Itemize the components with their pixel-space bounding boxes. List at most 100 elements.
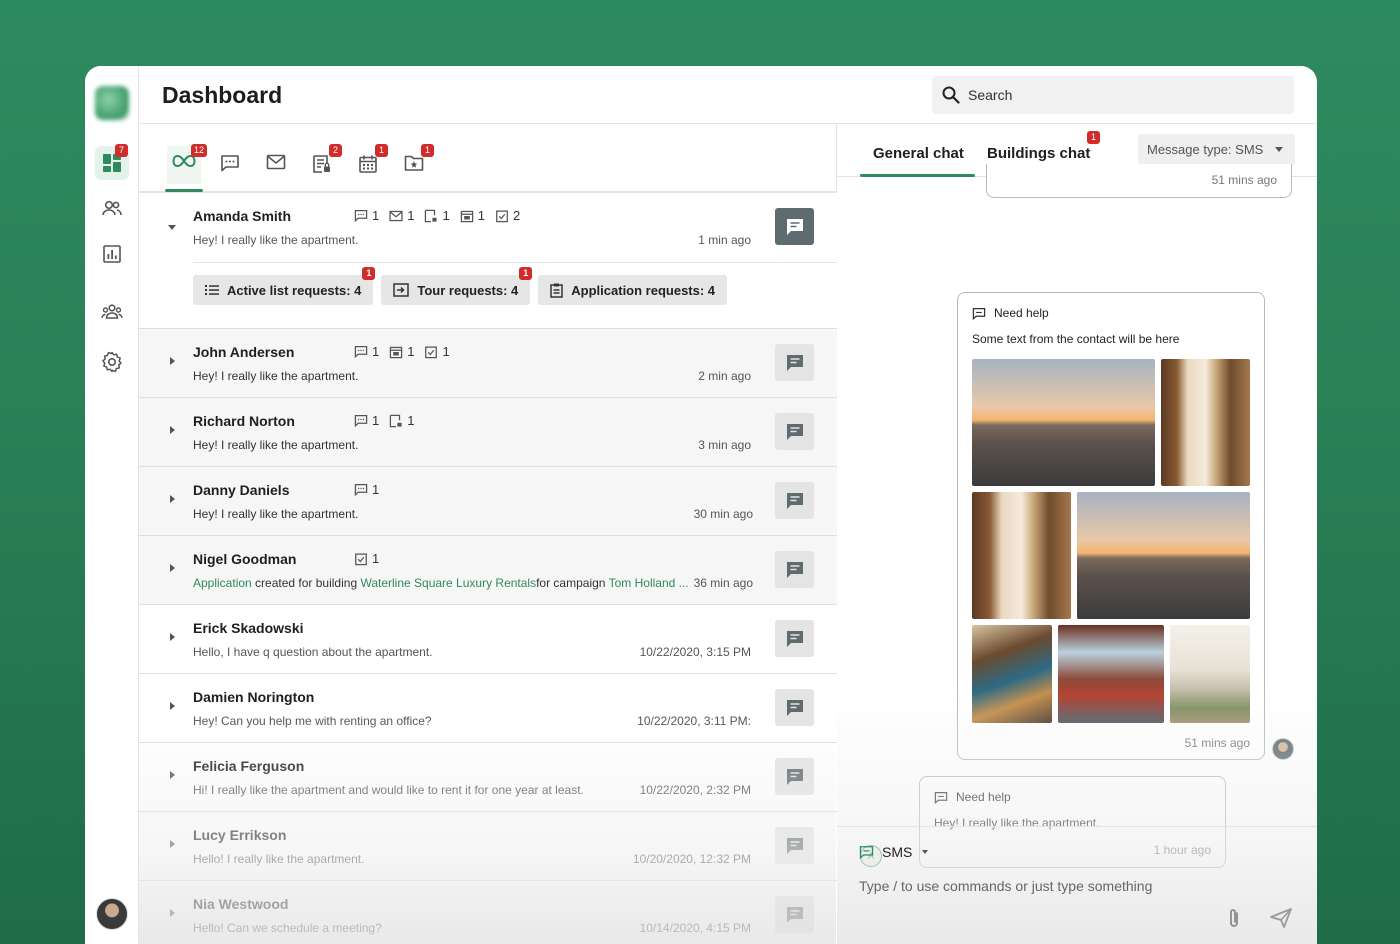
collapse-icon[interactable]	[168, 225, 176, 230]
message-time: 1 min ago	[698, 233, 751, 247]
open-chat-button[interactable]	[775, 413, 814, 450]
message-preview: Hey! I really like the apartment.	[193, 438, 359, 452]
apartment-photo[interactable]	[972, 359, 1155, 486]
apartment-photo[interactable]	[972, 492, 1071, 619]
send-icon[interactable]	[1270, 908, 1292, 928]
apartment-photo[interactable]	[1077, 492, 1250, 619]
message-time: 30 min ago	[693, 507, 753, 521]
conversation-row[interactable]: Erick Skadowski Hello, I have q question…	[139, 605, 837, 674]
conversation-row[interactable]: Nigel Goodman 1 Application created for …	[139, 536, 837, 605]
conversation-row[interactable]: Nia Westwood Hello! Can we schedule a me…	[139, 881, 837, 944]
building-link[interactable]: Waterline Square Luxury Rentals	[360, 576, 536, 590]
conversation-row[interactable]: Felicia Ferguson Hi! I really like the a…	[139, 743, 837, 812]
chevron-down-icon	[1275, 147, 1283, 152]
search-icon	[942, 86, 960, 104]
contact-name: Felicia Ferguson	[193, 758, 305, 774]
open-chat-button[interactable]	[775, 551, 814, 588]
contact-name: Richard Norton	[193, 413, 295, 429]
activity-counts: 1 1 1	[354, 344, 450, 359]
sidebar-item-team[interactable]	[95, 295, 129, 329]
filter-tab-starred[interactable]: 1	[397, 144, 434, 184]
expand-icon[interactable]	[170, 495, 175, 503]
apartment-photo[interactable]	[1161, 359, 1250, 486]
starred-folder-icon	[404, 155, 424, 171]
attachment-icon[interactable]	[1227, 907, 1241, 929]
calendar-icon	[359, 155, 377, 173]
conversation-row[interactable]: Richard Norton 1 1 Hey! I really like th…	[139, 398, 837, 467]
message-time: 2 min ago	[698, 369, 751, 383]
expand-icon[interactable]	[170, 909, 175, 917]
open-chat-button[interactable]	[775, 482, 814, 519]
activity-counts: 1 1 1 1 2	[354, 208, 520, 223]
open-chat-button[interactable]	[775, 827, 814, 864]
conversation-row[interactable]: Damien Norington Hey! Can you help me wi…	[139, 674, 837, 743]
message-preview: Application created for building Waterli…	[193, 576, 689, 590]
chip-label: Application requests: 4	[571, 282, 716, 298]
sidebar-item-dashboard[interactable]: 7	[95, 144, 129, 180]
campaign-link[interactable]: Tom Holland ...	[609, 576, 689, 590]
sms-icon	[859, 846, 874, 859]
open-chat-button[interactable]	[775, 620, 814, 657]
tab-buildings-chat[interactable]: Buildings chat	[987, 145, 1090, 162]
tour-requests-chip[interactable]: Tour requests: 4 1	[381, 267, 533, 305]
message-header: Need help	[972, 306, 1049, 320]
channel-select[interactable]: SMS	[859, 844, 929, 860]
tour-icon	[393, 283, 410, 297]
filter-tab-applications[interactable]: 2	[305, 144, 342, 184]
user-avatar[interactable]	[96, 898, 128, 930]
message-icon	[786, 218, 803, 235]
open-chat-button[interactable]	[775, 758, 814, 795]
activity-counts: 1 1	[354, 413, 414, 428]
mail-count-icon	[389, 210, 403, 221]
contact-name: Nia Westwood	[193, 896, 289, 912]
apartment-photo[interactable]	[1170, 625, 1250, 723]
conversation-row[interactable]: John Andersen 1 1 1 Hey! I really like t…	[139, 329, 837, 398]
expand-icon[interactable]	[170, 564, 175, 572]
expand-icon[interactable]	[170, 426, 175, 434]
contacts-icon	[102, 200, 122, 216]
active-list-requests-chip[interactable]: Active list requests: 4 1	[193, 267, 376, 305]
application-count-icon	[425, 209, 438, 222]
message-input[interactable]: Type / to use commands or just type some…	[859, 878, 1152, 894]
sidebar-item-contacts[interactable]	[95, 191, 129, 225]
logo[interactable]	[95, 86, 129, 120]
filter-tab-chat[interactable]	[213, 146, 247, 184]
open-chat-button[interactable]	[775, 689, 814, 726]
open-chat-button[interactable]	[775, 896, 814, 933]
sidebar-item-reports[interactable]	[95, 237, 129, 271]
expand-icon[interactable]	[170, 840, 175, 848]
apartment-photo[interactable]	[972, 625, 1052, 723]
message-preview: Hey! I really like the apartment.	[193, 507, 359, 521]
message-time: 10/22/2020, 3:11 PM:	[637, 714, 751, 728]
open-chat-button[interactable]	[775, 344, 814, 381]
mail-count: 1	[407, 208, 415, 223]
filter-badge-calendar: 1	[375, 144, 388, 157]
message-header: Need help	[934, 790, 1011, 804]
chip-label: Tour requests: 4	[417, 282, 519, 298]
message-type-select[interactable]: Message type: SMS	[1138, 134, 1295, 165]
sidebar-item-settings[interactable]	[95, 345, 129, 379]
conversation-row[interactable]: Danny Daniels 1 Hey! I really like the a…	[139, 467, 837, 536]
expand-icon[interactable]	[170, 702, 175, 710]
application-count-icon	[390, 414, 402, 427]
chat-count-icon	[354, 483, 368, 496]
open-chat-button[interactable]	[775, 208, 814, 245]
calendar-count-icon	[460, 210, 473, 222]
message-icon	[786, 630, 803, 647]
apartment-photo[interactable]	[1058, 625, 1164, 723]
filter-tab-calendar[interactable]: 1	[351, 144, 388, 184]
filter-tab-mail[interactable]	[259, 146, 293, 184]
filter-tab-all[interactable]: 12	[165, 144, 208, 192]
application-requests-chip[interactable]: Application requests: 4	[538, 275, 728, 305]
message-preview: Hello, I have q question about the apart…	[193, 645, 433, 659]
search-input[interactable]: Search	[932, 76, 1294, 114]
expand-icon[interactable]	[170, 357, 175, 365]
conversation-row[interactable]: Lucy Errikson Hello! I really like the a…	[139, 812, 837, 881]
tab-general-chat[interactable]: General chat	[873, 145, 964, 162]
application-link[interactable]: Application	[193, 576, 252, 590]
expand-icon[interactable]	[170, 771, 175, 779]
conversation-row[interactable]: Amanda Smith 1 1 1 1 2 Hey! I really lik…	[139, 193, 837, 329]
task-count-icon	[425, 345, 438, 358]
contact-name: Damien Norington	[193, 689, 315, 705]
expand-icon[interactable]	[170, 633, 175, 641]
